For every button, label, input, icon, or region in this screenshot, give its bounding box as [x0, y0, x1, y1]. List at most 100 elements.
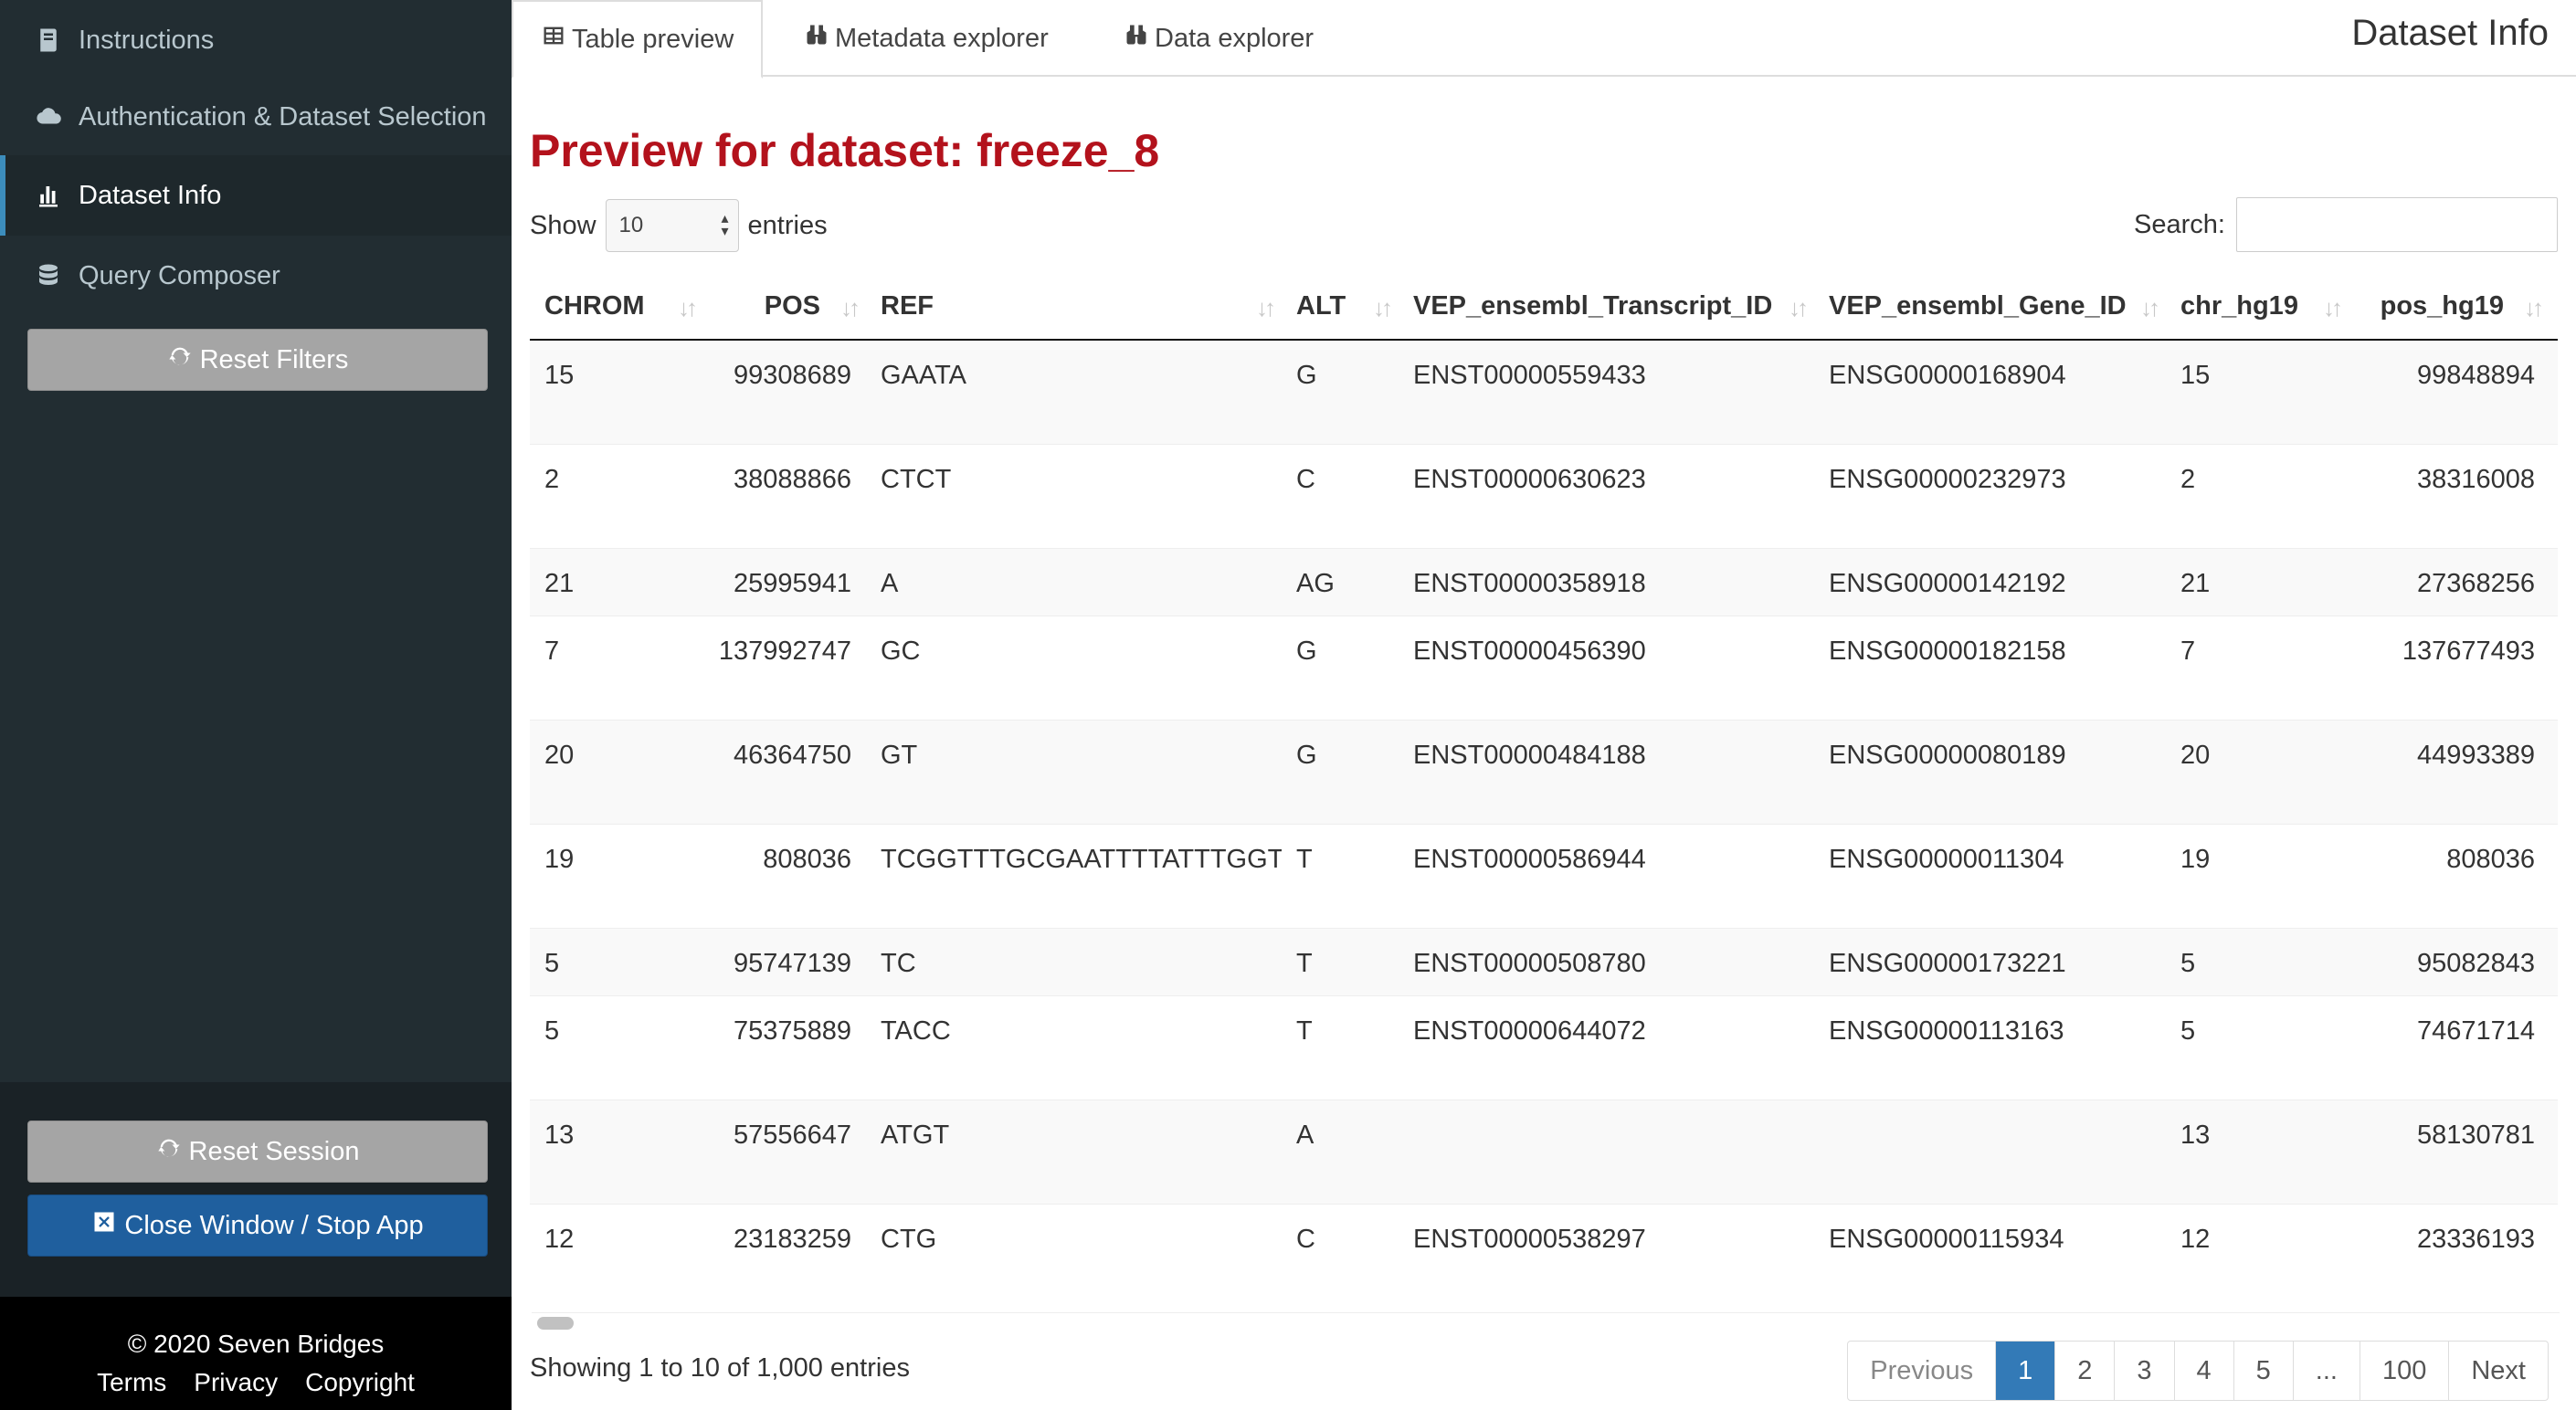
search-input[interactable]: [2236, 197, 2558, 252]
sort-icon: ↓↑: [840, 294, 860, 321]
cell-ref: GC: [866, 615, 1282, 720]
cell-pos-hg19: 27368256: [2349, 547, 2550, 616]
column-header-ref[interactable]: REF ↓↑: [866, 274, 1282, 341]
tab-metadata-explorer[interactable]: Metadata explorer: [776, 0, 1076, 77]
cell-chrom: 20: [530, 719, 703, 824]
sidebar-item-instructions[interactable]: Instructions: [0, 0, 512, 80]
column-header-gene-id[interactable]: VEP_ensembl_Gene_ID ↓↑: [1814, 274, 2166, 341]
cell-pos: 23183259: [703, 1203, 866, 1306]
sidebar-item-dataset-info[interactable]: Dataset Info: [0, 155, 512, 236]
cell-ref: GT: [866, 719, 1282, 824]
cell-ref: TC: [866, 927, 1282, 995]
cell-alt: AG: [1282, 547, 1399, 616]
cell-transcript-id: [1399, 1099, 1814, 1204]
show-label: Show: [530, 210, 596, 240]
cell-gene-id: ENSG00000173221: [1814, 927, 2166, 995]
table-row[interactable]: 5 75375889 TACC T ENST00000644072 ENSG0000011…: [530, 994, 2558, 1100]
cell-pos: 38088866: [703, 443, 866, 548]
sidebar-item-query-composer[interactable]: Query Composer: [0, 236, 512, 316]
cell-alt: G: [1282, 719, 1399, 824]
database-icon: [33, 260, 64, 291]
cell-pos: 808036: [703, 823, 866, 928]
table-row[interactable]: 1357556647ATGTA1358130781A: [530, 1099, 2558, 1204]
cell-re: G: [2550, 719, 2558, 824]
cell-re: A: [2550, 1099, 2558, 1204]
pagination-page-1[interactable]: 1: [1995, 1342, 2055, 1400]
sidebar-item-label: Query Composer: [79, 260, 280, 290]
tab-data-explorer[interactable]: Data explorer: [1096, 0, 1341, 77]
reset-filters-button[interactable]: Reset Filters: [27, 329, 488, 391]
cell-chr-hg19: 21: [2166, 547, 2349, 616]
search-control: Search:: [2134, 197, 2558, 252]
column-header-pos[interactable]: POS ↓↑: [703, 274, 866, 341]
cell-transcript-id: ENST00000508780: [1399, 927, 1814, 995]
cell-gene-id: ENSG00000115934: [1814, 1203, 2166, 1306]
page-length-control: Show 10 ▴ ▾ entries: [530, 199, 828, 252]
cell-ref: CTG: [866, 1203, 1282, 1306]
tab-table-preview[interactable]: Table preview: [512, 0, 764, 79]
entries-select[interactable]: 10 ▴ ▾: [605, 199, 739, 252]
table-row[interactable]: 2 38088866 CTCT C ENST00000630623 ENSG0000023…: [530, 443, 2558, 548]
column-header-chrom[interactable]: CHROM ↓↑: [530, 274, 703, 341]
pagination-page-4[interactable]: 4: [2173, 1342, 2233, 1400]
pagination-page-100[interactable]: 100: [2359, 1342, 2448, 1400]
reset-session-button[interactable]: Reset Session: [27, 1121, 488, 1183]
pagination-page-2[interactable]: 2: [2054, 1342, 2114, 1400]
pagination-previous[interactable]: Previous: [1848, 1342, 1995, 1400]
column-header-pos-hg19[interactable]: pos_hg19 ↓↑: [2349, 274, 2550, 341]
column-header-chr-hg19[interactable]: chr_hg19 ↓↑: [2166, 274, 2349, 341]
footer-link-privacy[interactable]: Privacy: [194, 1368, 278, 1397]
cell-transcript-id: ENST00000586944: [1399, 823, 1814, 928]
tab-label: Table preview: [572, 24, 734, 54]
cell-pos: 57556647: [703, 1099, 866, 1204]
cell-transcript-id: ENST00000559433: [1399, 339, 1814, 444]
table-row[interactable]: 20 46364750 GT G ENST00000484188 ENSG00000080…: [530, 719, 2558, 824]
table-row[interactable]: 12 23183259 CTG C ENST00000538297 ENSG0000011…: [530, 1203, 2558, 1306]
cell-alt: G: [1282, 615, 1399, 720]
column-header-transcript-id[interactable]: VEP_ensembl_Transcript_ID ↓↑: [1399, 274, 1814, 341]
sort-icon: ↓↑: [1256, 294, 1276, 321]
sort-icon: ↓↑: [678, 294, 698, 321]
footer-link-terms[interactable]: Terms: [97, 1368, 166, 1397]
cell-alt: T: [1282, 994, 1399, 1100]
table-row[interactable]: 7 137992747 GC G ENST00000456390 ENSG00000182…: [530, 615, 2558, 720]
cell-ref: A: [866, 547, 1282, 616]
table-row[interactable]: 21 25995941 A AG ENST00000358918 ENSG00000142…: [530, 547, 2558, 616]
cell-pos: 137992747: [703, 615, 866, 720]
close-window-button[interactable]: Close Window / Stop App: [27, 1194, 488, 1257]
cell-pos: 99308689: [703, 339, 866, 444]
cell-re: T: [2550, 823, 2558, 928]
cell-chrom: 5: [530, 927, 703, 995]
sidebar-item-authentication[interactable]: Authentication & Dataset Selection: [0, 77, 512, 157]
table-row[interactable]: 19 808036 TCGGTTTGCGAATTTTATTTGGTCC T ENST00…: [530, 823, 2558, 928]
cell-gene-id: ENSG00000232973: [1814, 443, 2166, 548]
bar-chart-icon: [33, 180, 64, 211]
cell-re: T: [2550, 994, 2558, 1100]
cell-ref: TACC: [866, 994, 1282, 1100]
binoculars-icon: [1124, 22, 1155, 55]
cell-pos-hg19: 99848894: [2349, 339, 2550, 444]
cell-chr-hg19: 12: [2166, 1203, 2349, 1306]
pagination-page-5[interactable]: 5: [2233, 1342, 2293, 1400]
cell-pos-hg19: 38316008: [2349, 443, 2550, 548]
search-label: Search:: [2134, 209, 2225, 239]
sort-icon: ↓↑: [1373, 294, 1393, 321]
cell-pos: 95747139: [703, 927, 866, 995]
scrollbar-thumb[interactable]: [537, 1317, 574, 1330]
cell-ref: TCGGTTTGCGAATTTTATTTGGTCC: [866, 823, 1282, 928]
sort-icon: ↓↑: [1789, 294, 1809, 321]
pagination-next[interactable]: Next: [2448, 1342, 2548, 1400]
footer-link-copyright[interactable]: Copyright: [305, 1368, 415, 1397]
book-icon: [33, 25, 64, 56]
sort-icon: ↓↑: [2140, 294, 2160, 321]
reset-filters-label: Reset Filters: [199, 344, 349, 374]
table-row[interactable]: 5 95747139 TC T ENST00000508780 ENSG000001732…: [530, 927, 2558, 995]
binoculars-icon: [804, 22, 835, 55]
table-row[interactable]: 15 99308689 GAATA G ENST00000559433 ENSG00000…: [530, 339, 2558, 444]
column-header-re[interactable]: re: [2550, 274, 2558, 341]
column-header-alt[interactable]: ALT ↓↑: [1282, 274, 1399, 341]
reset-session-label: Reset Session: [188, 1136, 360, 1166]
pagination-page-3[interactable]: 3: [2114, 1342, 2173, 1400]
horizontal-scrollbar[interactable]: [532, 1312, 2560, 1332]
cell-alt: T: [1282, 823, 1399, 928]
